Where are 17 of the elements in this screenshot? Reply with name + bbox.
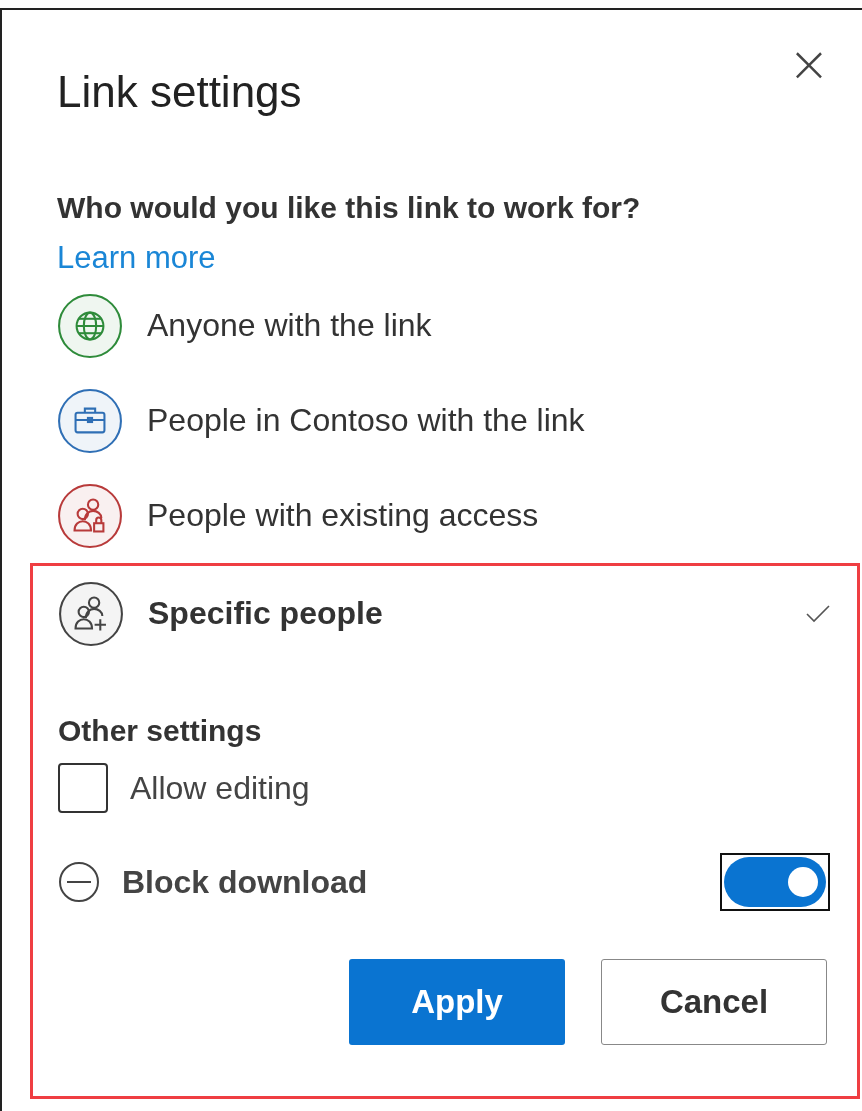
checkbox[interactable] — [58, 763, 108, 813]
dialog-title: Link settings — [56, 66, 302, 118]
learn-more-link[interactable]: Learn more — [57, 238, 216, 278]
checkmark-icon — [805, 603, 831, 624]
toggle-label: Block download — [122, 863, 369, 901]
audience-option[interactable]: Specific people — [33, 566, 857, 661]
audience-question: Who would you like this link to work for? — [56, 190, 642, 226]
toggle-switch[interactable] — [720, 853, 830, 911]
close-button[interactable]: × — [784, 44, 834, 84]
section-heading: Other settings — [57, 713, 263, 749]
audience-option[interactable]: People in Contoso with the link — [2, 373, 862, 468]
audience-option[interactable]: Anyone with the link — [2, 278, 862, 373]
apply-button[interactable]: Apply — [349, 959, 565, 1045]
checkbox-label: Allow editing — [130, 769, 311, 807]
audience-option[interactable]: People with existing access — [2, 468, 862, 563]
minus-circle-icon — [58, 861, 100, 903]
cancel-button[interactable]: Cancel — [601, 959, 827, 1045]
